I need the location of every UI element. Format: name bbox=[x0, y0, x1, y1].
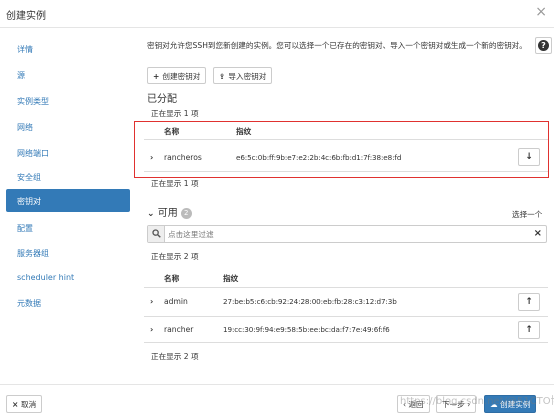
create-key-pair-button[interactable]: + 创建密钥对 bbox=[147, 67, 207, 84]
sidebar-item-details[interactable]: 详情 bbox=[6, 37, 130, 60]
available-row-fingerprint: 27:be:b5:c6:cb:92:24:28:00:eb:fb:28:c3:1… bbox=[223, 297, 397, 306]
cancel-button[interactable]: × 取消 bbox=[6, 395, 43, 413]
available-count-badge: 2 bbox=[180, 208, 192, 219]
available-title: 可用 bbox=[157, 208, 178, 219]
allocated-count-top: 正在显示 1 项 bbox=[151, 109, 199, 118]
sidebar-item-network-ports[interactable]: 网络端口 bbox=[6, 141, 130, 164]
plus-icon: + bbox=[153, 72, 160, 81]
allocated-count-bottom: 正在显示 1 项 bbox=[151, 179, 199, 188]
help-text: 密钥对允许您SSH到您新创建的实例。您可以选择一个已存在的密钥对、导入一个密钥对… bbox=[147, 41, 527, 50]
sidebar-item-server-groups[interactable]: 服务器组 bbox=[6, 241, 130, 264]
sidebar-item-source[interactable]: 源 bbox=[6, 63, 130, 86]
sidebar-item-configuration[interactable]: 配置 bbox=[6, 216, 130, 239]
allocate-button[interactable]: ↑ bbox=[518, 321, 540, 339]
help-button[interactable]: ? bbox=[535, 37, 552, 54]
key-pair-panel: 密钥对允许您SSH到您新创建的实例。您可以选择一个已存在的密钥对、导入一个密钥对… bbox=[140, 29, 554, 384]
import-key-pair-button[interactable]: ⇪ 导入密钥对 bbox=[213, 67, 273, 84]
arrow-up-icon: ↑ bbox=[525, 325, 533, 335]
available-row-name: admin bbox=[164, 297, 188, 306]
arrow-up-icon: ↑ bbox=[525, 297, 533, 307]
divider bbox=[144, 342, 548, 343]
available-count-bottom: 正在显示 2 项 bbox=[151, 352, 199, 361]
sidebar-item-metadata[interactable]: 元数据 bbox=[6, 291, 130, 314]
available-col-name: 名称 bbox=[164, 274, 180, 283]
wizard-sidebar: 详情 源 实例类型 网络 网络端口 安全组 密钥对 配置 服务器组 schedu… bbox=[0, 29, 140, 384]
sidebar-item-scheduler-hint[interactable]: scheduler hint bbox=[6, 266, 130, 289]
select-one-label: 选择一个 bbox=[512, 210, 543, 219]
question-icon: ? bbox=[538, 40, 549, 51]
allocate-button[interactable]: ↑ bbox=[518, 293, 540, 311]
filter-input[interactable] bbox=[168, 227, 528, 241]
available-row-name: rancher bbox=[164, 325, 194, 334]
chevron-right-icon[interactable]: › bbox=[150, 325, 153, 334]
available-col-fingerprint: 指纹 bbox=[223, 274, 239, 283]
divider bbox=[144, 316, 548, 317]
chevron-down-icon: ⌄ bbox=[147, 209, 155, 219]
sidebar-item-key-pair[interactable]: 密钥对 bbox=[6, 189, 130, 212]
clear-filter-icon[interactable]: × bbox=[534, 228, 542, 239]
available-header[interactable]: ⌄ 可用 2 bbox=[147, 204, 192, 219]
close-icon: × bbox=[12, 400, 22, 409]
modal-title: 创建实例 bbox=[6, 11, 46, 22]
filter-box: × bbox=[147, 225, 547, 243]
sidebar-item-security-groups[interactable]: 安全组 bbox=[6, 165, 130, 188]
available-count-top: 正在显示 2 项 bbox=[151, 252, 199, 261]
allocated-title: 已分配 bbox=[147, 94, 177, 105]
modal-header: 创建实例 × bbox=[0, 0, 554, 28]
chevron-right-icon[interactable]: › bbox=[150, 297, 153, 306]
search-icon bbox=[148, 226, 165, 242]
highlight-box bbox=[134, 121, 549, 178]
upload-icon: ⇪ bbox=[219, 72, 226, 81]
divider bbox=[144, 287, 548, 288]
close-icon[interactable]: × bbox=[535, 5, 547, 19]
sidebar-item-networks[interactable]: 网络 bbox=[6, 115, 130, 138]
available-row-fingerprint: 19:cc:30:9f:94:e9:58:5b:ee:bc:da:f7:7e:4… bbox=[223, 325, 390, 334]
sidebar-item-flavor[interactable]: 实例类型 bbox=[6, 89, 130, 112]
watermark: https://blog.csdn.net/@51CTO博客 bbox=[400, 396, 554, 407]
